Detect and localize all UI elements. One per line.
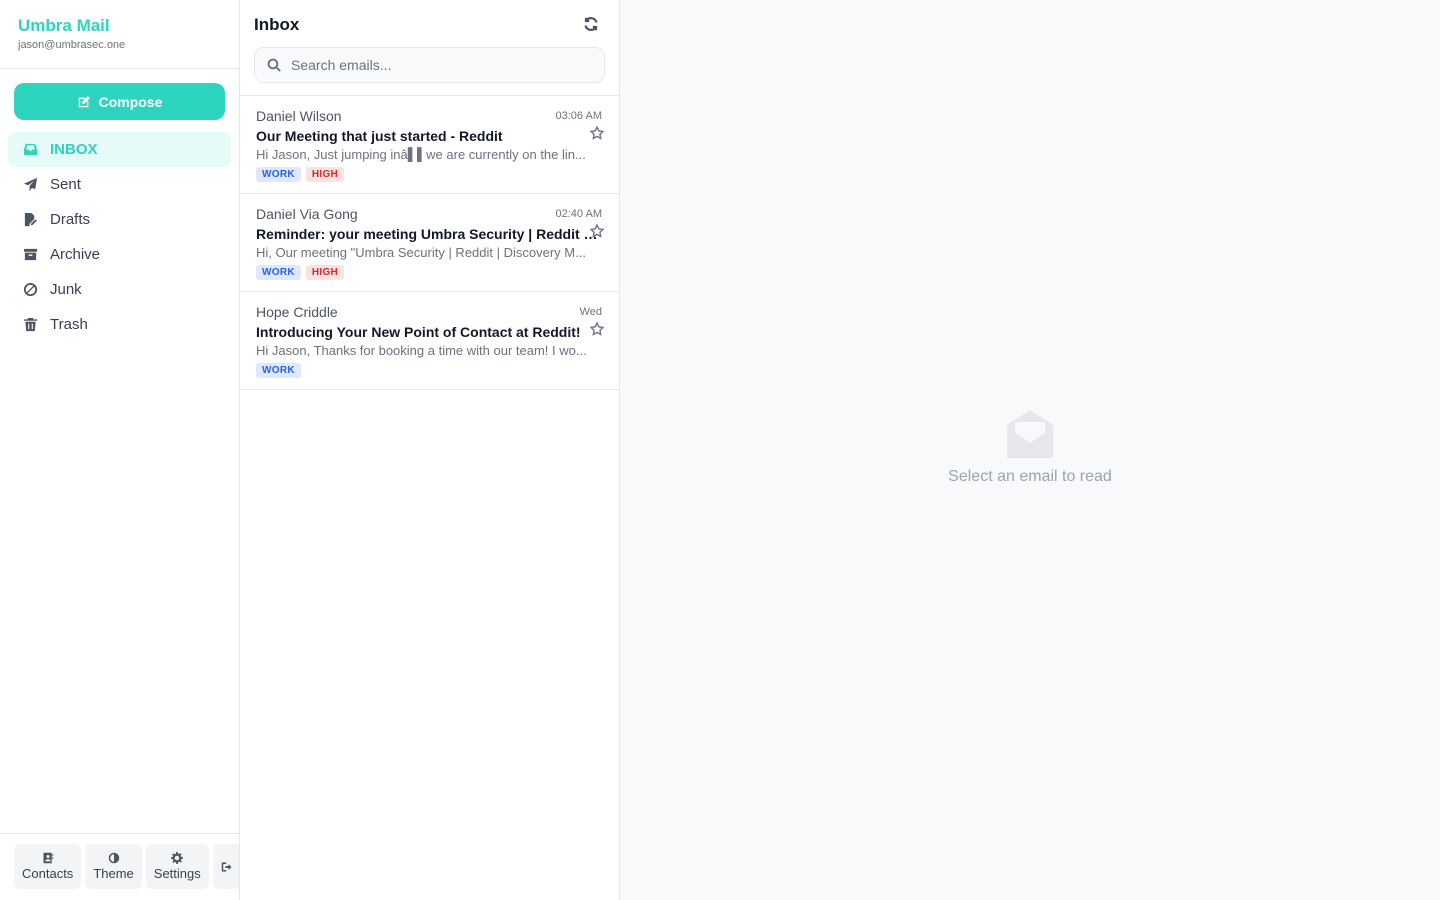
sidebar-item-sent[interactable]: Sent [8,167,231,202]
gear-icon [171,852,184,864]
half-circle-icon [108,852,119,864]
refresh-icon [584,17,598,31]
contacts-button[interactable]: Contacts [14,844,82,889]
tag-badge: HIGH [305,167,345,182]
address-book-icon [43,852,53,864]
star-icon [589,125,605,140]
email-list-item[interactable]: Hope Criddle Wed Introducing Your New Po… [240,292,619,390]
email-subject: Our Meeting that just started - Reddit [256,128,503,144]
email-subject: Reminder: your meeting Umbra Security | … [256,226,601,242]
sidebar-item-label: Drafts [50,211,91,228]
account-email: jason@umbrasec.one [18,39,126,51]
email-tags: WORK [256,363,603,378]
brand-header: Umbra Mail jason@umbrasec.one [0,0,239,69]
email-preview: Hi Jason, Just jumping inâ▌▌we are curre… [256,147,586,162]
star-button[interactable] [589,125,605,140]
sidebar-item-label: Sent [50,176,81,193]
sidebar-item-label: Trash [50,316,88,333]
compose-label: Compose [98,93,163,110]
compose-button[interactable]: Compose [14,83,225,120]
empty-state-text: Select an email to read [948,468,1112,485]
email-time: 03:06 AM [555,110,602,122]
pen-square-icon [78,95,90,107]
sidebar-item-inbox[interactable]: INBOX [8,132,231,167]
page-title: Inbox [254,15,300,34]
email-subject: Introducing Your New Point of Contact at… [256,324,581,340]
email-sender: Daniel Wilson [256,108,342,124]
sidebar-item-label: Archive [50,246,101,263]
email-tags: WORK HIGH [256,167,603,182]
ban-icon [22,282,38,298]
email-tags: WORK HIGH [256,265,603,280]
paper-plane-icon [22,177,38,193]
search-box [254,47,605,83]
email-sender: Hope Criddle [256,304,338,320]
tag-badge: WORK [256,265,301,280]
sign-out-icon [221,862,232,871]
tag-badge: WORK [256,167,301,182]
open-envelope-icon [1007,410,1053,458]
sidebar-item-label: Junk [50,281,82,298]
mail-list-pane: Inbox Daniel Wilson 03:06 AM Our Meeting… [240,0,620,900]
reading-pane: Select an email to read [620,0,1440,900]
settings-label: Settings [153,866,201,881]
logout-button[interactable] [212,844,239,889]
email-time: 02:40 AM [555,208,602,220]
email-preview: Hi Jason, Thanks for booking a time with… [256,343,587,358]
email-list-item[interactable]: Daniel Via Gong 02:40 AM Reminder: your … [240,194,619,292]
sidebar-item-archive[interactable]: Archive [8,237,231,272]
sidebar-footer: Contacts Theme Settings [0,833,239,900]
file-pen-icon [22,212,38,228]
archive-box-icon [22,247,38,263]
sidebar-item-label: INBOX [50,141,98,158]
search-icon [267,58,281,72]
star-icon [589,321,605,336]
email-list-item[interactable]: Daniel Wilson 03:06 AM Our Meeting that … [240,96,619,194]
tag-badge: WORK [256,363,301,378]
star-icon [589,223,605,238]
app-name: Umbra Mail [18,16,110,35]
inbox-icon [22,142,38,158]
email-time: Wed [579,306,602,318]
empty-state: Select an email to read [620,408,1440,486]
tag-badge: HIGH [305,265,345,280]
sidebar-item-trash[interactable]: Trash [8,307,231,342]
search-input[interactable] [291,57,591,73]
trash-icon [22,317,38,333]
mail-list-header: Inbox [240,0,619,96]
folder-nav: INBOX Sent Drafts Archive Junk Trash [8,132,231,342]
settings-button[interactable]: Settings [145,844,209,889]
sidebar-item-drafts[interactable]: Drafts [8,202,231,237]
star-button[interactable] [589,223,605,238]
theme-label: Theme [93,866,134,881]
sidebar-item-junk[interactable]: Junk [8,272,231,307]
theme-button[interactable]: Theme [85,844,142,889]
star-button[interactable] [589,321,605,336]
refresh-button[interactable] [583,16,599,32]
email-sender: Daniel Via Gong [256,206,358,222]
email-preview: Hi, Our meeting "Umbra Security | Reddit… [256,245,586,260]
contacts-label: Contacts [22,866,74,881]
sidebar: Umbra Mail jason@umbrasec.one Compose IN… [0,0,240,900]
